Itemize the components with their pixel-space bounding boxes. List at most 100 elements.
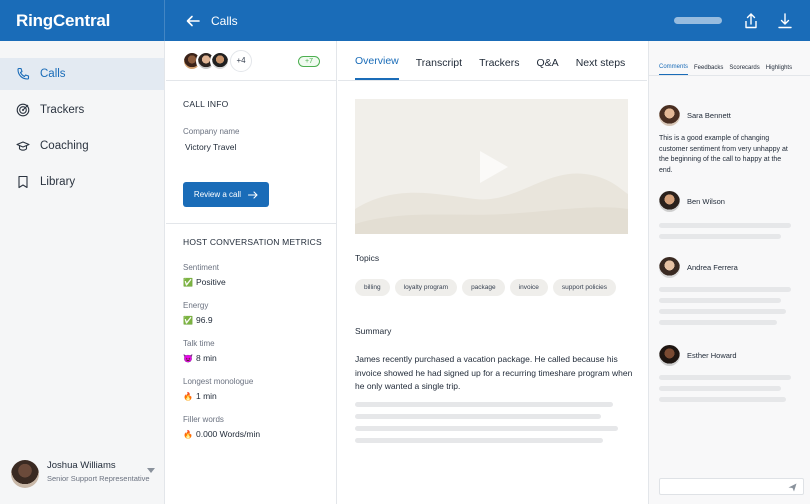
comments-panel: Comments Feedbacks Scorecards Highlights…	[648, 41, 810, 504]
metric-value-text: 1 min	[196, 391, 217, 401]
comment-input[interactable]	[659, 478, 804, 495]
tab-next-steps[interactable]: Next steps	[576, 57, 626, 80]
sidebar-item-coaching[interactable]: Coaching	[0, 130, 164, 162]
review-call-button[interactable]: Review a call	[183, 182, 269, 207]
skeleton-line	[659, 309, 786, 314]
top-bar: RingCentral Calls	[0, 0, 810, 41]
tab-transcript[interactable]: Transcript	[416, 57, 462, 80]
avatar[interactable]	[659, 345, 680, 366]
skeleton-line	[659, 234, 781, 239]
metric-value-text: 0.000 Words/min	[196, 429, 261, 439]
main-tabs: Overview Transcript Trackers Q&A Next st…	[338, 41, 647, 81]
tab-scorecards[interactable]: Scorecards	[729, 65, 759, 75]
skeleton-line	[355, 402, 613, 407]
metric-sentiment-value: ✅ Positive	[166, 277, 336, 287]
sidebar-item-trackers[interactable]: Trackers	[0, 94, 164, 126]
summary-label: Summary	[355, 326, 392, 336]
brand-logo[interactable]: RingCentral	[0, 0, 165, 41]
avatar[interactable]	[659, 105, 680, 126]
skeleton-line	[659, 287, 791, 292]
skeleton-line	[659, 320, 777, 325]
back-arrow-icon[interactable]	[185, 13, 201, 29]
topic-chip[interactable]: loyalty program	[394, 279, 458, 296]
skeleton-line	[355, 426, 618, 431]
call-info-panel: +4 +7 CALL INFO Company name Victory Tra…	[166, 41, 337, 504]
company-name-label: Company name	[183, 127, 240, 136]
topic-chip[interactable]: package	[462, 279, 505, 296]
metric-energy-label: Energy	[183, 301, 209, 310]
metric-filler-words-label: Filler words	[183, 415, 224, 424]
arrow-right-icon	[248, 190, 258, 199]
check-icon: ✅	[183, 315, 193, 325]
tab-comments[interactable]: Comments	[659, 64, 689, 75]
avatar[interactable]	[659, 257, 680, 278]
page-header: Calls	[185, 13, 238, 29]
video-player[interactable]	[355, 99, 628, 234]
topic-chip[interactable]: billing	[355, 279, 390, 296]
company-name-value: Victory Travel	[185, 142, 237, 152]
review-call-label: Review a call	[193, 190, 242, 199]
avatar[interactable]	[659, 191, 680, 212]
tab-highlights[interactable]: Highlights	[766, 65, 792, 75]
more-participants[interactable]: +4	[230, 49, 252, 72]
topic-chip[interactable]: invoice	[509, 279, 548, 296]
user-profile[interactable]: Joshua Williams Senior Support Represent…	[11, 460, 159, 488]
chevron-down-icon[interactable]	[147, 468, 155, 473]
sidebar-item-calls[interactable]: Calls	[0, 58, 164, 90]
sidebar-item-label: Library	[40, 176, 76, 188]
comment-author: Esther Howard	[687, 351, 737, 360]
video-thumbnail	[355, 99, 628, 234]
topics-list: billing loyalty program package invoice …	[355, 279, 617, 296]
user-name: Joshua Williams	[47, 460, 116, 471]
progress-indicator	[674, 17, 722, 24]
fire-icon: 🔥	[183, 429, 193, 439]
tab-feedbacks[interactable]: Feedbacks	[694, 65, 723, 75]
skeleton-line	[659, 386, 781, 391]
skeleton-line	[659, 375, 791, 380]
comment-item: Andrea Ferrera	[659, 257, 804, 278]
metric-sentiment-label: Sentiment	[183, 263, 220, 272]
check-icon: ✅	[183, 277, 193, 287]
metric-talk-time-label: Talk time	[183, 339, 215, 348]
bookmark-icon	[18, 175, 28, 189]
sidebar-item-library[interactable]: Library	[0, 166, 164, 198]
participants-badge[interactable]: +7	[298, 56, 320, 67]
metric-longest-monologue-value: 🔥 1 min	[166, 391, 336, 401]
participants-row: +4 +7	[166, 41, 336, 81]
tab-trackers[interactable]: Trackers	[479, 57, 519, 80]
participant-avatar[interactable]	[210, 50, 230, 71]
devil-icon: 😈	[183, 353, 193, 363]
comment-author: Ben Wilson	[687, 197, 725, 206]
metric-value-text: 8 min	[196, 353, 217, 363]
target-icon	[16, 103, 30, 117]
graduation-cap-icon	[16, 141, 30, 151]
topics-label: Topics	[355, 253, 380, 263]
skeleton-line	[355, 438, 603, 443]
comment-item: Ben Wilson	[659, 191, 804, 212]
main-panel: Overview Transcript Trackers Q&A Next st…	[338, 41, 647, 504]
metrics-heading: HOST CONVERSATION METRICS	[183, 237, 322, 247]
send-icon[interactable]	[788, 483, 797, 492]
sidebar-item-label: Coaching	[40, 140, 89, 152]
skeleton-line	[659, 223, 791, 228]
tab-qa[interactable]: Q&A	[537, 57, 559, 80]
comment-author: Sara Bennett	[687, 111, 731, 120]
skeleton-line	[659, 397, 786, 402]
page-title: Calls	[211, 13, 238, 28]
comment-item: Sara Bennett This is a good example of c…	[659, 105, 804, 176]
skeleton-line	[659, 298, 781, 303]
metric-talk-time-value: 😈 8 min	[166, 353, 336, 363]
tab-overview[interactable]: Overview	[355, 55, 399, 80]
user-role: Senior Support Representative	[47, 474, 150, 483]
call-info-heading: CALL INFO	[183, 99, 229, 109]
metric-energy-value: ✅ 96.9	[166, 315, 336, 325]
download-icon[interactable]	[776, 12, 794, 30]
sidebar-item-label: Trackers	[40, 104, 85, 116]
share-icon[interactable]	[742, 12, 760, 30]
phone-icon	[17, 67, 30, 80]
comments-tabs: Comments Feedbacks Scorecards Highlights	[649, 41, 810, 76]
metric-filler-words-value: 🔥 0.000 Words/min	[166, 429, 336, 439]
fire-icon: 🔥	[183, 391, 193, 401]
topic-chip[interactable]: support policies	[552, 279, 617, 296]
sidebar: Calls Trackers Coaching Library Joshua W…	[0, 41, 165, 504]
